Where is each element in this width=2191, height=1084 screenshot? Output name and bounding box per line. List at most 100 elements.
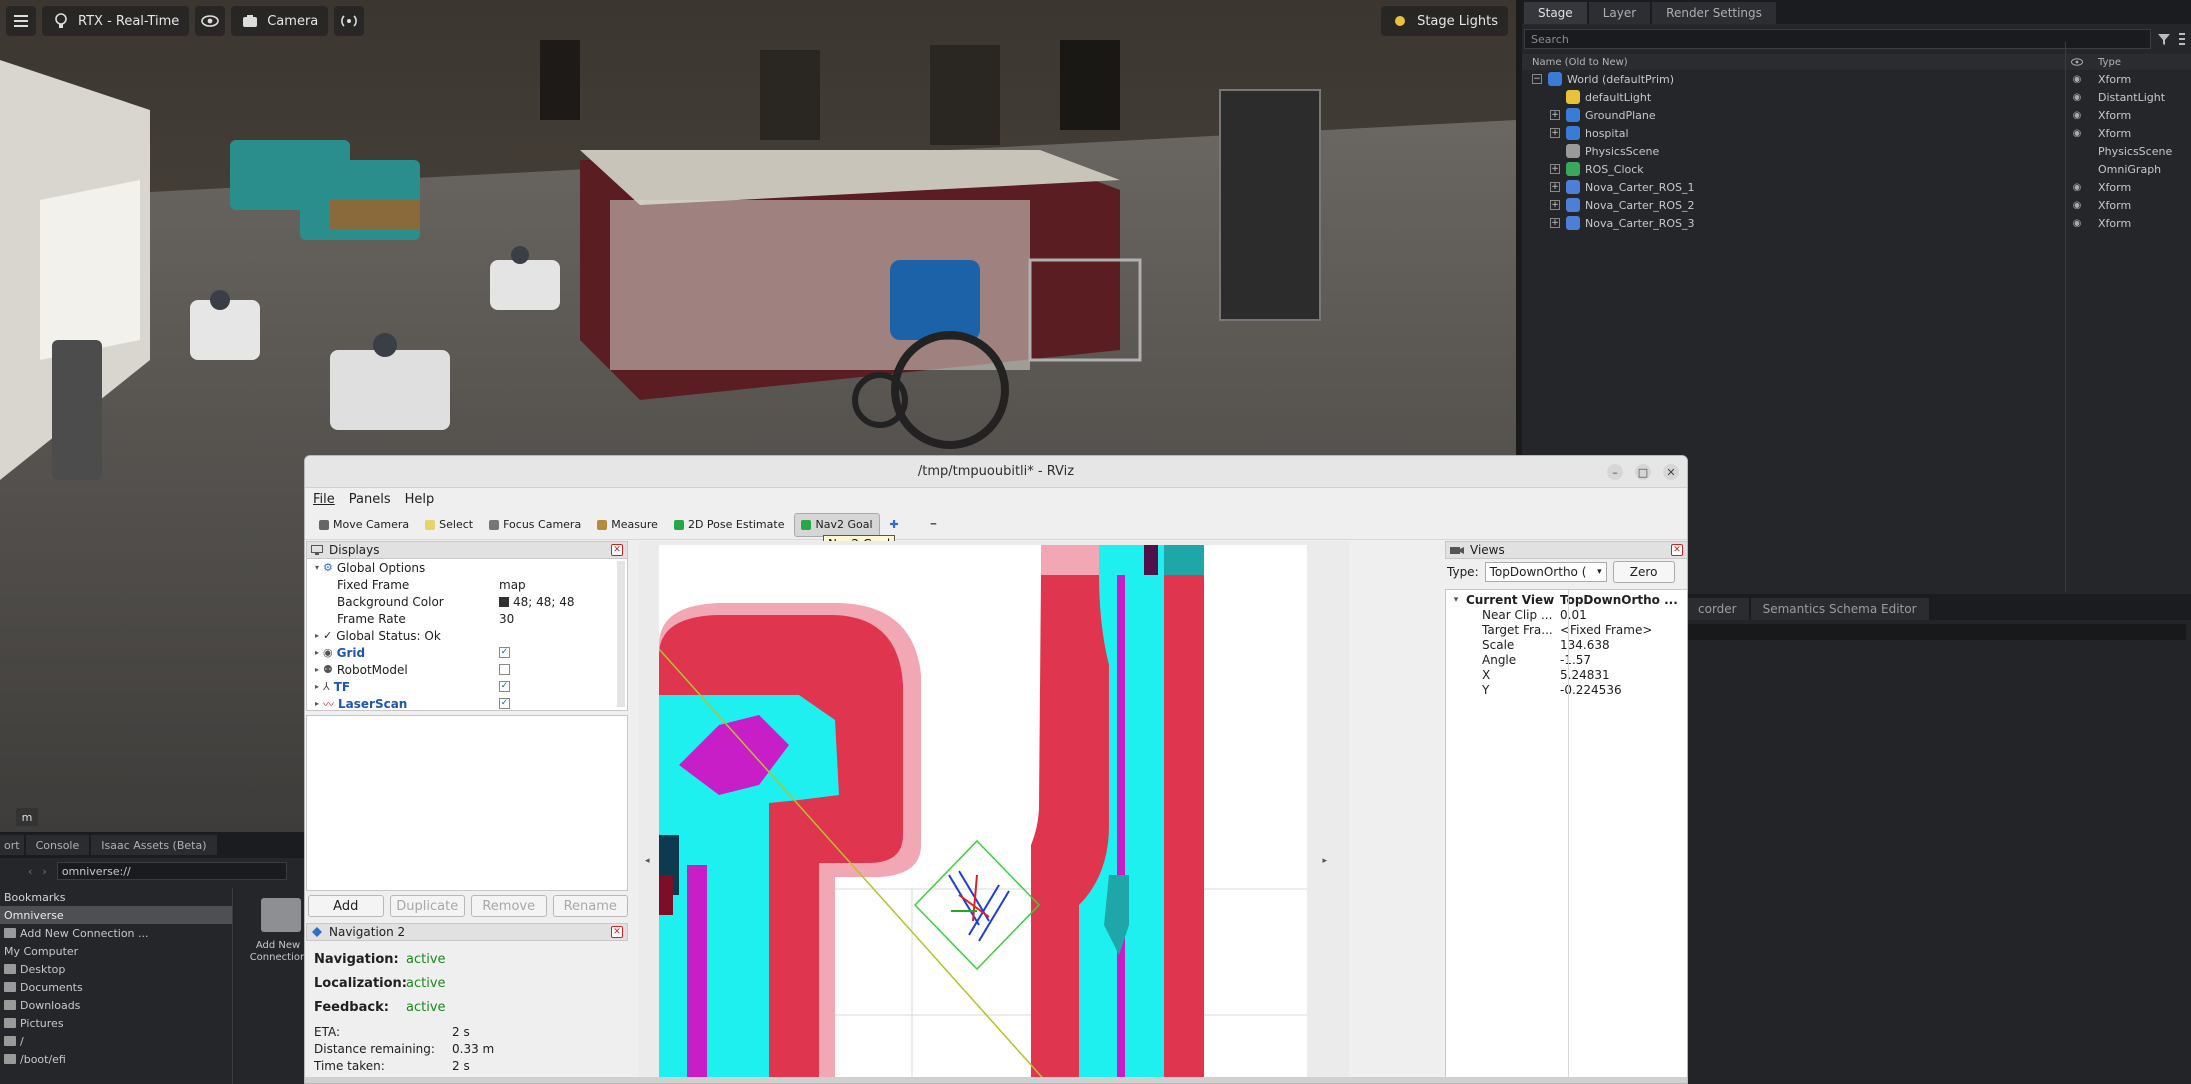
visibility-toggle[interactable]: ◉ [2062,92,2092,103]
expand-arrow-icon[interactable]: ▸ [311,631,323,640]
enable-checkbox[interactable] [499,664,510,675]
remove-tool-minus-icon[interactable]: ━ [931,520,936,530]
add-button[interactable]: Add [308,895,384,917]
viewport-corner-label[interactable]: m [16,808,38,826]
expand-toggle-icon[interactable]: − [1532,74,1542,84]
content-tree-item[interactable]: /boot/efi [0,1050,232,1068]
content-tree-item[interactable]: Downloads [0,996,232,1014]
content-tree-item[interactable]: Bookmarks [0,888,232,906]
column-name-header[interactable]: Name (Old to New) [1522,57,2062,68]
expand-arrow-icon[interactable]: ▸ [311,665,323,674]
rviz-titlebar[interactable]: /tmp/tmpuoubitli* - RViz – □ ✕ [305,456,1687,488]
folder-icon[interactable] [261,898,301,932]
view-property-row[interactable]: Target Fra... <Fixed Frame> [1446,622,1687,637]
visibility-toggle[interactable]: ◉ [2062,182,2092,193]
tool-measure-button[interactable]: Measure [591,513,664,537]
display-value-cell[interactable]: 48; 48; 48 [499,595,627,609]
display-value-cell[interactable]: map [499,578,627,592]
navigation-titlebar[interactable]: Navigation 2 ✕ [306,923,628,941]
expand-arrow-icon[interactable]: ▾ [1446,595,1466,605]
stage-row[interactable]: defaultLight ◉ DistantLight [1522,88,2191,106]
stage-row[interactable]: + Nova_Carter_ROS_1 ◉ Xform [1522,178,2191,196]
tool-move-camera-button[interactable]: Move Camera [313,513,415,537]
view-property-value[interactable]: -1.57 [1560,653,1687,667]
display-row[interactable]: ▾ ⚙ Global Options [307,559,627,576]
camera-button[interactable]: Camera [231,6,329,36]
enable-checkbox[interactable]: ✓ [499,681,510,692]
view-property-row[interactable]: Y -0.224536 [1446,682,1687,697]
display-value-cell[interactable]: 30 [499,612,627,626]
view-property-value[interactable]: -0.224536 [1560,683,1687,697]
expand-toggle-icon[interactable]: + [1550,164,1560,174]
content-tree-item[interactable]: Desktop [0,960,232,978]
expand-arrow-icon[interactable]: ▾ [311,563,323,572]
navigation-close-button[interactable]: ✕ [611,926,623,938]
expand-arrow-icon[interactable]: ▸ [311,699,323,708]
close-button[interactable]: ✕ [1663,464,1679,480]
expand-arrow-icon[interactable]: ▸ [311,682,323,691]
expand-toggle-icon[interactable]: + [1550,182,1560,192]
zero-button[interactable]: Zero [1612,561,1675,583]
visibility-toggle[interactable]: ◉ [2062,218,2092,229]
view-property-value[interactable]: 134.638 [1560,638,1687,652]
address-input[interactable]: omniverse:// [56,862,287,880]
collapse-right-arrow-icon[interactable]: ▸ [1322,856,1327,866]
content-tree-item[interactable]: Omniverse [0,906,232,924]
views-column-splitter[interactable] [1568,590,1569,1083]
stage-row[interactable]: − World (defaultPrim) ◉ Xform [1522,70,2191,88]
tool-focus-camera-button[interactable]: Focus Camera [483,513,587,537]
renderer-button[interactable]: RTX - Real-Time [42,6,190,36]
tab-layer[interactable]: Layer [1588,2,1651,24]
filter-icon[interactable] [2157,32,2171,46]
visibility-toggle[interactable]: ◉ [2062,200,2092,211]
content-tree-item[interactable]: Documents [0,978,232,996]
enable-checkbox[interactable]: ✓ [499,647,510,658]
expand-toggle-icon[interactable]: + [1550,218,1560,228]
content-tree-item[interactable]: / [0,1032,232,1050]
visibility-toggle[interactable]: ◉ [2062,128,2092,139]
displays-titlebar[interactable]: Displays ✕ [306,541,628,559]
tab-content[interactable]: ort [0,835,24,855]
menu-panels[interactable]: Panels [349,492,391,507]
tool-select-button[interactable]: Select [419,513,479,537]
collapse-left-arrow-icon[interactable]: ◂ [645,856,650,866]
tool-nav-goal-button[interactable]: Nav2 Goal [794,512,880,537]
visibility-toggle[interactable]: ◉ [2062,74,2092,85]
expand-toggle-icon[interactable]: + [1550,200,1560,210]
broadcast-button[interactable] [334,6,365,36]
back-arrow-icon[interactable]: ‹ [28,865,32,878]
rename-button[interactable]: Rename [552,895,628,917]
displays-scrollbar[interactable] [617,561,625,707]
current-view-row[interactable]: ▾ Current View TopDownOrtho ... [1446,592,1687,607]
stage-row[interactable]: + ROS_Clock OmniGraph [1522,160,2191,178]
minimize-button[interactable]: – [1607,464,1623,480]
tool-pose-estimate-button[interactable]: 2D Pose Estimate [668,513,791,537]
tab-console[interactable]: Console [25,835,90,855]
display-value-cell[interactable] [499,664,627,675]
column-visibility-header[interactable] [2062,58,2092,66]
content-tree-item[interactable]: My Computer [0,942,232,960]
view-property-row[interactable]: Angle -1.57 [1446,652,1687,667]
displays-close-button[interactable]: ✕ [611,544,623,556]
enable-checkbox[interactable]: ✓ [499,698,510,709]
stage-lights-button[interactable]: Stage Lights [1381,6,1508,36]
add-tool-plus-icon[interactable]: ✚ [890,518,899,531]
view-property-value[interactable]: 5.24831 [1560,668,1687,682]
expand-toggle-icon[interactable]: + [1550,110,1560,120]
color-swatch[interactable] [499,596,509,607]
options-icon[interactable] [2177,32,2187,46]
costmap-view[interactable] [659,545,1307,1084]
display-row[interactable]: ▸ ⅄ TF ✓ [307,678,627,695]
content-tree-item[interactable]: Add New Connection ... [0,924,232,942]
stage-row[interactable]: + Nova_Carter_ROS_3 ◉ Xform [1522,214,2191,232]
stage-row[interactable]: + hospital ◉ Xform [1522,124,2191,142]
stage-row[interactable]: + GroundPlane ◉ Xform [1522,106,2191,124]
menu-file[interactable]: File [313,492,335,507]
add-new-connection-tile[interactable]: Add New Connection [243,940,313,964]
stage-row[interactable]: PhysicsScene PhysicsScene [1522,142,2191,160]
view-property-value[interactable]: <Fixed Frame> [1560,623,1687,637]
tab-isaac-assets[interactable]: Isaac Assets (Beta) [91,835,217,855]
view-type-select[interactable]: TopDownOrtho ( ▾ [1484,562,1607,582]
display-row[interactable]: ▸ 〰 LaserScan ✓ [307,695,627,710]
viewport-menu-button[interactable] [6,6,36,36]
